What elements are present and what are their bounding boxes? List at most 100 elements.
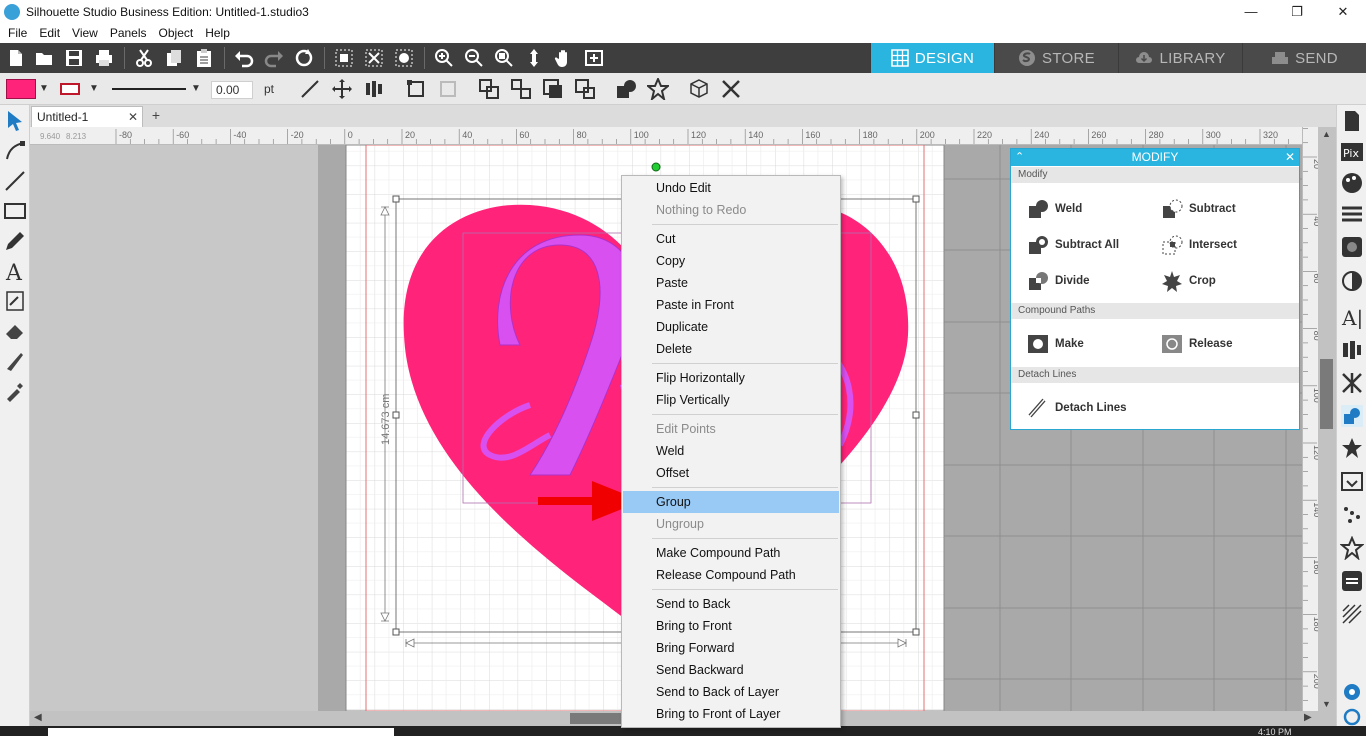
menu-item-make-compound-path[interactable]: Make Compound Path xyxy=(623,542,839,564)
select-all-icon[interactable] xyxy=(333,47,355,69)
tab-store[interactable]: STORE xyxy=(994,43,1118,73)
zoom-in-icon[interactable] xyxy=(433,47,455,69)
save-icon[interactable] xyxy=(63,47,85,69)
maximize-button[interactable]: ❐ xyxy=(1274,0,1320,23)
menu-item-weld[interactable]: Weld xyxy=(623,440,839,462)
menu-item-release-compound-path[interactable]: Release Compound Path xyxy=(623,564,839,586)
menu-item-bring-forward[interactable]: Bring Forward xyxy=(623,637,839,659)
menu-item-bring-to-front-of-layer[interactable]: Bring to Front of Layer xyxy=(623,703,839,725)
redraw-icon[interactable] xyxy=(293,47,315,69)
ungroup-icon[interactable] xyxy=(510,78,532,100)
trace-panel-icon[interactable] xyxy=(1340,503,1364,527)
close-panel-icon[interactable]: ✕ xyxy=(1285,149,1295,166)
offset-panel-icon[interactable] xyxy=(1340,470,1364,494)
line-tool-icon[interactable] xyxy=(3,169,27,193)
make-compound-button[interactable]: Make xyxy=(1027,332,1084,356)
3d-box-icon[interactable] xyxy=(688,78,710,100)
pixscan-icon[interactable]: Pix xyxy=(1340,140,1364,164)
transform-panel-icon[interactable] xyxy=(1340,371,1364,395)
menu-item-group[interactable]: Group xyxy=(623,491,839,513)
menu-item-paste-in-front[interactable]: Paste in Front xyxy=(623,294,839,316)
menu-item-send-backward[interactable]: Send Backward xyxy=(623,659,839,681)
zoom-out-icon[interactable] xyxy=(463,47,485,69)
tab-send[interactable]: SEND xyxy=(1242,43,1366,73)
text-tool-icon[interactable]: A xyxy=(3,259,27,286)
move-icon[interactable] xyxy=(331,78,353,100)
vertical-scroll-thumb[interactable] xyxy=(1320,359,1333,429)
modify-panel-icon[interactable] xyxy=(1340,404,1364,428)
menu-help[interactable]: Help xyxy=(199,26,236,40)
pencil-tool-icon[interactable] xyxy=(3,229,27,253)
menu-item-delete[interactable]: Delete xyxy=(623,338,839,360)
release-compound-icon[interactable] xyxy=(574,78,596,100)
tab-design[interactable]: DESIGN xyxy=(870,43,994,73)
compound-path-icon[interactable] xyxy=(542,78,564,100)
draw-line-icon[interactable] xyxy=(299,78,321,100)
knife-tool-icon[interactable] xyxy=(3,349,27,373)
align-icon[interactable] xyxy=(363,78,385,100)
menu-item-copy[interactable]: Copy xyxy=(623,250,839,272)
menu-item-duplicate[interactable]: Duplicate xyxy=(623,316,839,338)
menu-item-paste[interactable]: Paste xyxy=(623,272,839,294)
intersect-button[interactable]: Intersect xyxy=(1161,233,1237,257)
open-folder-icon[interactable] xyxy=(33,47,55,69)
replicate-star-icon[interactable] xyxy=(645,76,671,102)
text-style-icon[interactable]: A| xyxy=(1340,305,1364,331)
add-tab-button[interactable]: + xyxy=(148,108,164,124)
settings-gear-icon[interactable] xyxy=(1340,680,1364,704)
new-document-icon[interactable] xyxy=(5,47,27,69)
transform-icon[interactable] xyxy=(405,78,427,100)
sketch-tool-icon[interactable] xyxy=(3,289,27,313)
menu-item-cut[interactable]: Cut xyxy=(623,228,839,250)
select-arrow-icon[interactable] xyxy=(3,109,27,133)
contrast-icon[interactable] xyxy=(1340,269,1364,293)
menu-item-send-to-back[interactable]: Send to Back xyxy=(623,593,839,615)
menu-item-send-to-back-of-layer[interactable]: Send to Back of Layer xyxy=(623,681,839,703)
vertical-scrollbar[interactable]: ▲ ▼ xyxy=(1318,127,1336,726)
minimize-button[interactable]: — xyxy=(1228,0,1274,23)
menu-item-flip-horizontally[interactable]: Flip Horizontally xyxy=(623,367,839,389)
layers-panel-icon[interactable] xyxy=(1340,569,1364,593)
doc-tab-untitled[interactable]: Untitled-1 ✕ xyxy=(31,106,143,127)
subtract-button[interactable]: Subtract xyxy=(1161,197,1236,221)
sketch-effects-icon[interactable] xyxy=(1340,602,1364,626)
detach-lines-button[interactable]: Detach Lines xyxy=(1027,396,1127,420)
menu-item-offset[interactable]: Offset xyxy=(623,462,839,484)
deselect-icon[interactable] xyxy=(363,47,385,69)
menu-item-bring-to-front[interactable]: Bring to Front xyxy=(623,615,839,637)
group-icon[interactable] xyxy=(478,78,500,100)
redo-icon[interactable] xyxy=(263,47,285,69)
undo-icon[interactable] xyxy=(233,47,255,69)
release-compound-button[interactable]: Release xyxy=(1161,332,1232,356)
divide-button[interactable]: Divide xyxy=(1027,269,1090,293)
menu-item-flip-vertically[interactable]: Flip Vertically xyxy=(623,389,839,411)
line-style-preview[interactable] xyxy=(112,88,186,90)
menu-file[interactable]: File xyxy=(2,26,33,40)
copy-icon[interactable] xyxy=(163,47,185,69)
cut-icon[interactable] xyxy=(133,47,155,69)
pan-drag-icon[interactable] xyxy=(523,47,545,69)
eraser-tool-icon[interactable] xyxy=(3,319,27,343)
knife-cancel-icon[interactable] xyxy=(720,78,742,100)
line-color-swatch[interactable] xyxy=(60,83,80,95)
line-style-dropdown[interactable]: ▼ xyxy=(191,83,201,94)
rectangle-tool-icon[interactable] xyxy=(3,199,27,223)
point-edit-icon[interactable] xyxy=(3,139,27,163)
paste-icon[interactable] xyxy=(193,47,215,69)
collapse-panel-icon[interactable]: ⌃ xyxy=(1015,149,1024,166)
page-setup-icon[interactable] xyxy=(1340,109,1364,133)
menu-edit[interactable]: Edit xyxy=(33,26,66,40)
weld-button[interactable]: Weld xyxy=(1027,197,1082,221)
rotate-handle[interactable] xyxy=(651,162,661,172)
eyedropper-tool-icon[interactable] xyxy=(3,379,27,403)
line-width-input[interactable]: 0.00 xyxy=(211,81,253,99)
modify-weld-icon[interactable] xyxy=(615,78,637,100)
fit-page-icon[interactable] xyxy=(583,47,605,69)
menu-panels[interactable]: Panels xyxy=(104,26,153,40)
line-color-dropdown[interactable]: ▼ xyxy=(89,83,99,94)
hand-pan-icon[interactable] xyxy=(553,47,575,69)
zoom-fit-icon[interactable] xyxy=(493,47,515,69)
align-panel-icon[interactable] xyxy=(1340,338,1364,362)
close-window-button[interactable]: ✕ xyxy=(1320,0,1366,23)
favorites-star-icon[interactable] xyxy=(1339,535,1365,561)
